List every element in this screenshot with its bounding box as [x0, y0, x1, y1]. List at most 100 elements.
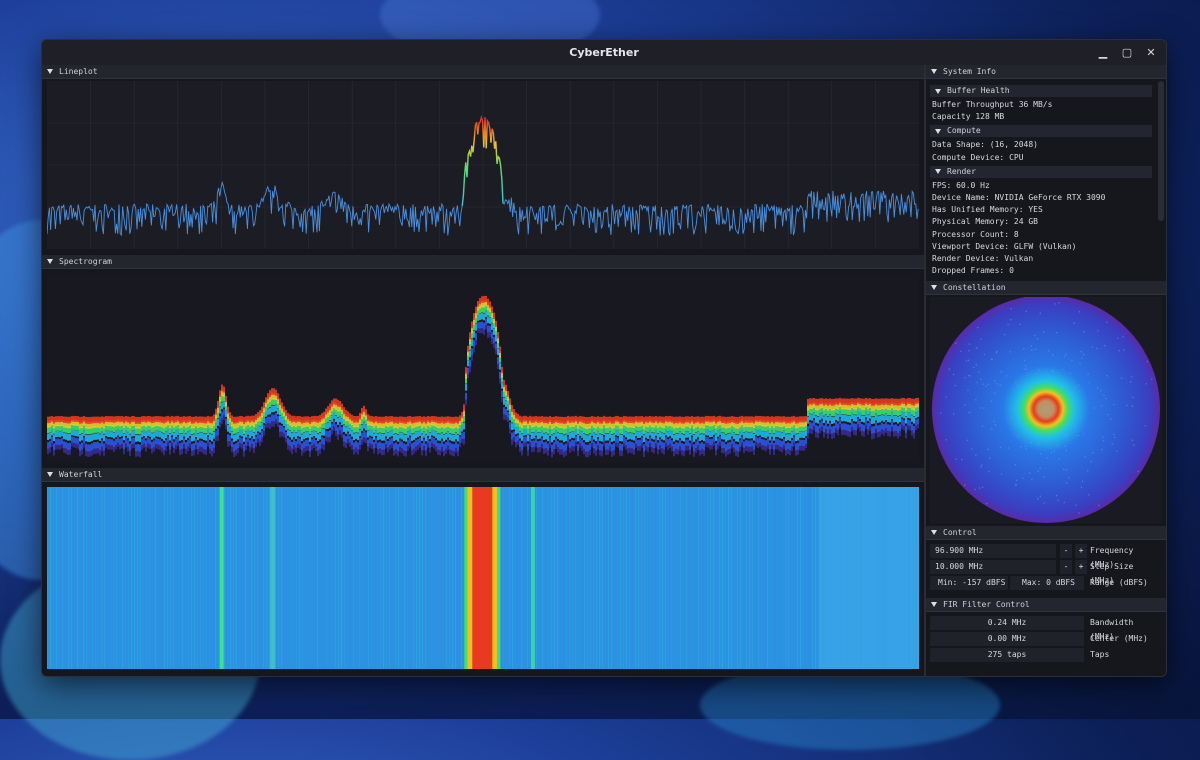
maximize-icon[interactable]: ▢	[1120, 46, 1134, 60]
spectrogram-cell	[553, 433, 555, 441]
spectrogram-cell	[371, 438, 373, 445]
step-increment-button[interactable]: +	[1075, 560, 1087, 574]
spectrogram-cell	[271, 405, 273, 413]
constellation-point	[1150, 378, 1153, 380]
spectrogram-cell	[743, 432, 745, 440]
spectrogram-cell	[857, 411, 859, 418]
collapse-triangle-icon[interactable]	[931, 285, 937, 290]
waterfall-column	[551, 487, 553, 669]
collapse-triangle-icon[interactable]	[931, 69, 937, 74]
collapse-triangle-icon[interactable]	[47, 69, 53, 74]
spectrogram-cell	[807, 398, 809, 406]
spectrogram-cell	[781, 440, 783, 448]
waterfall-column	[209, 487, 211, 669]
spectrogram-cell	[509, 422, 511, 429]
minimize-icon[interactable]: ▁	[1096, 46, 1110, 60]
compute-header[interactable]: Compute	[930, 125, 1152, 138]
spectrogram-cell	[843, 414, 845, 422]
range-max-slider[interactable]: Max: 0 dBFS	[1010, 576, 1084, 590]
title-bar[interactable]: CyberEther ▁ ▢ ✕	[42, 40, 1166, 66]
waterfall-column	[254, 487, 256, 669]
step-size-input[interactable]: 10.000 MHz	[930, 560, 1056, 574]
spectrogram-cell	[189, 416, 191, 422]
constellation-header[interactable]: Constellation	[926, 281, 1166, 295]
spectrogram-canvas[interactable]	[47, 273, 919, 463]
system-info-scrollbar[interactable]	[1158, 81, 1164, 221]
waterfall-column	[440, 487, 442, 669]
lineplot-header[interactable]: Lineplot	[42, 65, 924, 79]
spectrogram-title: Spectrogram	[59, 257, 112, 266]
collapse-triangle-icon[interactable]	[47, 472, 53, 477]
spectrogram-cell	[659, 439, 661, 446]
step-decrement-button[interactable]: -	[1060, 560, 1072, 574]
spectrogram-cell	[321, 413, 323, 420]
close-icon[interactable]: ✕	[1144, 46, 1158, 60]
spectrogram-cell	[111, 416, 113, 423]
constellation-point	[999, 384, 1002, 386]
spectrogram-cell	[285, 409, 287, 416]
spectrogram-cell	[851, 412, 853, 419]
constellation-point	[1082, 432, 1085, 435]
spectrogram-cell	[545, 416, 547, 424]
spectrogram-cell	[437, 416, 439, 424]
spectrogram-cell	[199, 440, 201, 447]
waterfall-canvas[interactable]	[47, 487, 919, 669]
spectrogram-cell	[829, 414, 831, 421]
render-header[interactable]: Render	[930, 165, 1152, 178]
spectrogram-cell	[175, 430, 177, 437]
spectrogram-header[interactable]: Spectrogram	[42, 255, 924, 269]
collapse-triangle-icon[interactable]	[47, 259, 53, 264]
system-info-header[interactable]: System Info	[926, 65, 1166, 79]
frequency-input[interactable]: 96.900 MHz	[930, 544, 1056, 558]
range-min-slider[interactable]: Min: -157 dBFS	[930, 576, 1008, 590]
spectrogram-cell	[101, 432, 103, 439]
waterfall-column	[383, 487, 385, 669]
waterfall-column	[287, 487, 289, 669]
fir-filter-header[interactable]: FIR Filter Control	[926, 598, 1166, 612]
spectrogram-cell	[421, 434, 423, 441]
frequency-decrement-button[interactable]: -	[1060, 544, 1072, 558]
spectrogram-cell	[391, 437, 393, 444]
waterfall-column	[89, 487, 91, 669]
control-header[interactable]: Control	[926, 526, 1166, 540]
spectrogram-cell	[129, 416, 131, 424]
spectrogram-cell	[779, 416, 781, 423]
buffer-health-header[interactable]: Buffer Health	[930, 85, 1152, 97]
constellation-point	[1082, 353, 1085, 356]
bandwidth-slider[interactable]: 0.24 MHz	[930, 616, 1084, 630]
collapse-triangle-icon[interactable]	[931, 530, 937, 535]
constellation-point	[980, 466, 982, 468]
constellation-point	[987, 383, 989, 386]
waterfall-column	[797, 487, 799, 669]
spectrogram-cell	[585, 416, 587, 424]
spectrogram-cell	[65, 441, 67, 449]
constellation-point	[1025, 447, 1027, 450]
spectrogram-cell	[761, 438, 763, 445]
spectrogram-cell	[61, 416, 63, 422]
spectrogram-cell	[475, 333, 477, 340]
constellation-point	[1069, 372, 1072, 375]
waterfall-column	[257, 487, 259, 669]
waterfall-column	[458, 487, 460, 669]
waterfall-header[interactable]: Waterfall	[42, 468, 924, 482]
spectrogram-cell	[727, 442, 729, 450]
spectrogram-cell	[57, 416, 59, 423]
spectrogram-cell	[667, 416, 669, 423]
frequency-increment-button[interactable]: +	[1075, 544, 1087, 558]
constellation-canvas[interactable]	[930, 295, 1162, 523]
collapse-triangle-icon[interactable]	[931, 602, 937, 607]
spectrogram-cell	[203, 416, 205, 424]
spectrogram-cell	[607, 442, 609, 450]
spectrogram-cell	[873, 398, 875, 406]
constellation-point	[1146, 360, 1149, 363]
center-slider[interactable]: 0.00 MHz	[930, 632, 1084, 646]
lineplot-canvas[interactable]	[46, 81, 919, 249]
spectrogram-cell	[605, 416, 607, 424]
spectrogram-cell	[909, 412, 911, 419]
spectrogram-cell	[759, 429, 761, 436]
taps-slider[interactable]: 275 taps	[930, 648, 1084, 662]
spectrogram-cell	[467, 367, 469, 374]
spectrogram-cell	[313, 430, 315, 437]
spectrogram-cell	[481, 321, 483, 329]
spectrogram-cell	[195, 438, 197, 445]
